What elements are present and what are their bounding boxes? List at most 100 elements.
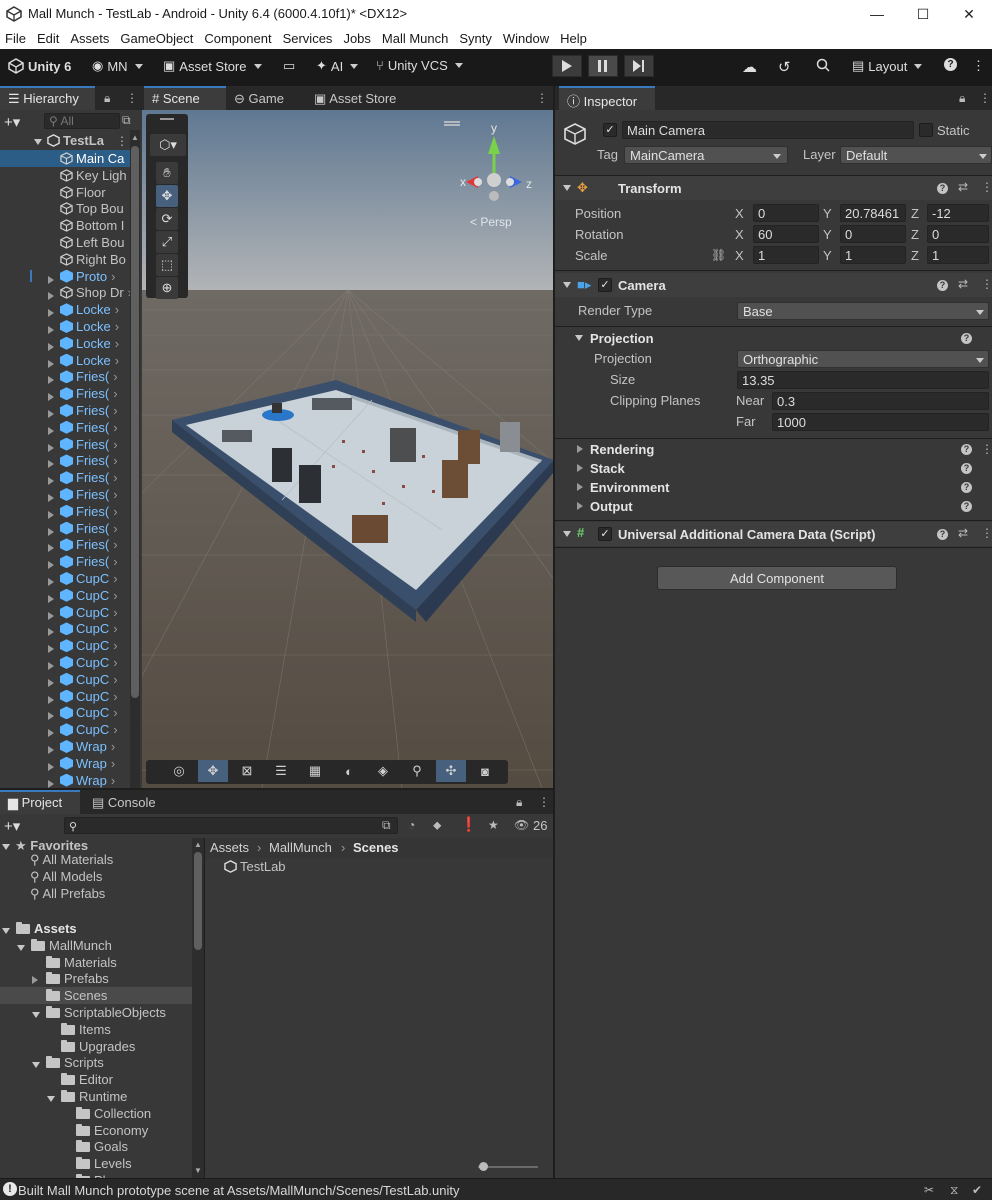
hierarchy-item[interactable]: Fries(› bbox=[0, 486, 130, 503]
vcs-dropdown[interactable]: ⑂ Unity VCS bbox=[376, 58, 463, 73]
projection-dropdown[interactable]: Orthographic bbox=[737, 350, 989, 368]
menu-synty[interactable]: Synty bbox=[459, 28, 492, 49]
layout-dropdown[interactable]: ▤ Layout bbox=[852, 58, 923, 74]
expand-arrow-icon[interactable] bbox=[48, 410, 54, 418]
debug-icon[interactable]: ✂ bbox=[924, 1183, 934, 1197]
chevron-right-icon[interactable]: › bbox=[113, 403, 117, 418]
gameobject-icon[interactable] bbox=[563, 122, 587, 146]
rendering-section[interactable]: Rendering ? ⋮ bbox=[555, 440, 992, 459]
more-options-icon[interactable]: ⋮ bbox=[972, 58, 985, 74]
lock-icon[interactable]: 🔒︎ bbox=[959, 91, 965, 106]
chevron-right-icon[interactable]: › bbox=[113, 470, 117, 485]
position-z-field[interactable]: -12 bbox=[927, 204, 989, 222]
hierarchy-item[interactable]: Wrap › bbox=[0, 738, 130, 755]
layers-icon[interactable]: ◈ bbox=[368, 760, 398, 782]
shading-icon[interactable]: ◐ bbox=[334, 760, 364, 782]
menu-mall-munch[interactable]: Mall Munch bbox=[382, 28, 448, 49]
camera-header[interactable]: ■▸ ✓ Camera ? ⇄ ⋮ bbox=[555, 273, 992, 297]
collapse-arrow-icon[interactable] bbox=[32, 976, 38, 985]
help-icon[interactable]: ? bbox=[961, 501, 972, 512]
help-icon[interactable]: ? bbox=[937, 280, 948, 291]
camera-view-icon[interactable]: ◙ bbox=[470, 760, 500, 782]
maximize-button[interactable]: ☐ bbox=[900, 0, 946, 28]
hierarchy-item[interactable]: CupC › bbox=[0, 570, 130, 587]
expand-arrow-icon[interactable] bbox=[48, 678, 54, 687]
close-button[interactable]: ✕ bbox=[946, 0, 992, 28]
progress-icon[interactable]: ⧖ bbox=[950, 1183, 958, 1198]
minimize-button[interactable]: — bbox=[854, 0, 900, 28]
component-menu-icon[interactable]: ⋮ bbox=[981, 277, 992, 291]
expand-arrow-icon[interactable] bbox=[48, 426, 54, 435]
axis-y-label[interactable]: Y bbox=[823, 206, 832, 221]
tab-hierarchy[interactable]: ☰ Hierarchy bbox=[0, 86, 95, 110]
component-menu-icon[interactable]: ⋮ bbox=[981, 526, 992, 540]
project-folder[interactable]: Runtime bbox=[0, 1088, 192, 1105]
help-icon[interactable]: ? bbox=[944, 58, 957, 71]
hierarchy-item[interactable]: Locke › bbox=[0, 352, 130, 369]
chevron-right-icon[interactable]: › bbox=[113, 605, 117, 620]
chevron-right-icon[interactable]: › bbox=[113, 722, 117, 737]
breadcrumb-assets[interactable]: Assets bbox=[210, 840, 249, 855]
scroll-down-icon[interactable]: ▼ bbox=[194, 1166, 202, 1175]
move-view-icon[interactable]: ✥ bbox=[198, 760, 228, 782]
expand-arrow-icon[interactable] bbox=[48, 594, 54, 603]
hierarchy-item[interactable]: CupC › bbox=[0, 620, 130, 637]
scene-more-icon[interactable]: ⋮ bbox=[116, 134, 128, 148]
chevron-right-icon[interactable]: › bbox=[113, 672, 117, 687]
hierarchy-item[interactable]: Proto › bbox=[0, 268, 130, 285]
hierarchy-item[interactable]: Shop Dr› bbox=[0, 284, 130, 301]
create-asset-button[interactable]: +▾ bbox=[4, 817, 20, 835]
rotation-x-field[interactable]: 60 bbox=[753, 225, 819, 243]
label-filter-icon[interactable]: ⬥ bbox=[433, 818, 441, 833]
pause-button[interactable] bbox=[588, 55, 618, 77]
axis-x-label[interactable]: X bbox=[735, 227, 744, 242]
scale-z-field[interactable]: 1 bbox=[927, 246, 989, 264]
menu-assets[interactable]: Assets bbox=[70, 28, 109, 49]
hierarchy-item[interactable]: Fries(› bbox=[0, 419, 130, 436]
menu-jobs[interactable]: Jobs bbox=[343, 28, 370, 49]
chevron-right-icon[interactable]: › bbox=[113, 588, 117, 603]
hierarchy-item[interactable]: Locke › bbox=[0, 301, 130, 318]
scroll-up-icon[interactable]: ▲ bbox=[131, 133, 139, 142]
near-field[interactable]: 0.3 bbox=[772, 392, 989, 410]
add-object-button[interactable]: +▾ bbox=[4, 113, 20, 131]
hierarchy-item[interactable]: Wrap › bbox=[0, 755, 130, 772]
section-menu-icon[interactable]: ⋮ bbox=[981, 442, 992, 456]
ai-dropdown[interactable]: ✦ AI bbox=[316, 58, 359, 74]
constrain-proportions-icon[interactable]: ⛓ bbox=[711, 248, 726, 262]
expand-arrow-icon[interactable] bbox=[48, 292, 54, 301]
component-menu-icon[interactable]: ⋮ bbox=[981, 180, 992, 194]
output-section[interactable]: Output ? bbox=[555, 497, 992, 516]
more-options-icon[interactable]: ⋮ bbox=[538, 795, 550, 809]
hierarchy-item[interactable]: Fries(› bbox=[0, 536, 130, 553]
expand-arrow-icon[interactable] bbox=[48, 746, 54, 754]
presets-icon[interactable]: ⇄ bbox=[958, 277, 968, 291]
chevron-right-icon[interactable]: › bbox=[115, 353, 119, 368]
more-options-icon[interactable]: ⋮ bbox=[126, 91, 138, 105]
status-message[interactable]: Built Mall Munch prototype scene at Asse… bbox=[18, 1183, 460, 1198]
axis-z-label[interactable]: Z bbox=[911, 227, 919, 242]
expand-arrow-icon[interactable] bbox=[48, 544, 54, 553]
static-checkbox[interactable] bbox=[919, 123, 933, 137]
project-folder[interactable]: Editor bbox=[0, 1071, 192, 1088]
expand-arrow-icon[interactable] bbox=[48, 376, 54, 385]
hierarchy-item[interactable]: Key Ligh bbox=[0, 167, 130, 184]
chevron-right-icon[interactable]: › bbox=[113, 504, 117, 519]
menu-file[interactable]: File bbox=[5, 28, 26, 49]
axis-z-label[interactable]: Z bbox=[911, 206, 919, 221]
check-icon[interactable]: ✔ bbox=[972, 1183, 982, 1197]
chevron-right-icon[interactable]: › bbox=[113, 420, 117, 435]
tab-project[interactable]: ▆ Project bbox=[0, 790, 80, 814]
cloud-icon[interactable]: ☁ bbox=[742, 58, 757, 76]
tab-game[interactable]: ⊖ Game bbox=[226, 86, 292, 110]
projection-section-header[interactable]: Projection ? bbox=[555, 327, 992, 349]
scale-x-field[interactable]: 1 bbox=[753, 246, 819, 264]
hierarchy-item[interactable]: Locke › bbox=[0, 318, 130, 335]
expand-arrow-icon[interactable] bbox=[32, 1012, 40, 1018]
favorite-star-icon[interactable]: ★ bbox=[488, 818, 499, 832]
help-icon[interactable]: ? bbox=[937, 529, 948, 540]
hierarchy-item[interactable]: Wrap › bbox=[0, 772, 130, 789]
expand-arrow-icon[interactable] bbox=[47, 1096, 55, 1102]
project-search-input[interactable]: ⚲ bbox=[64, 817, 398, 834]
visibility-icon[interactable]: 👁︎ bbox=[514, 818, 529, 832]
